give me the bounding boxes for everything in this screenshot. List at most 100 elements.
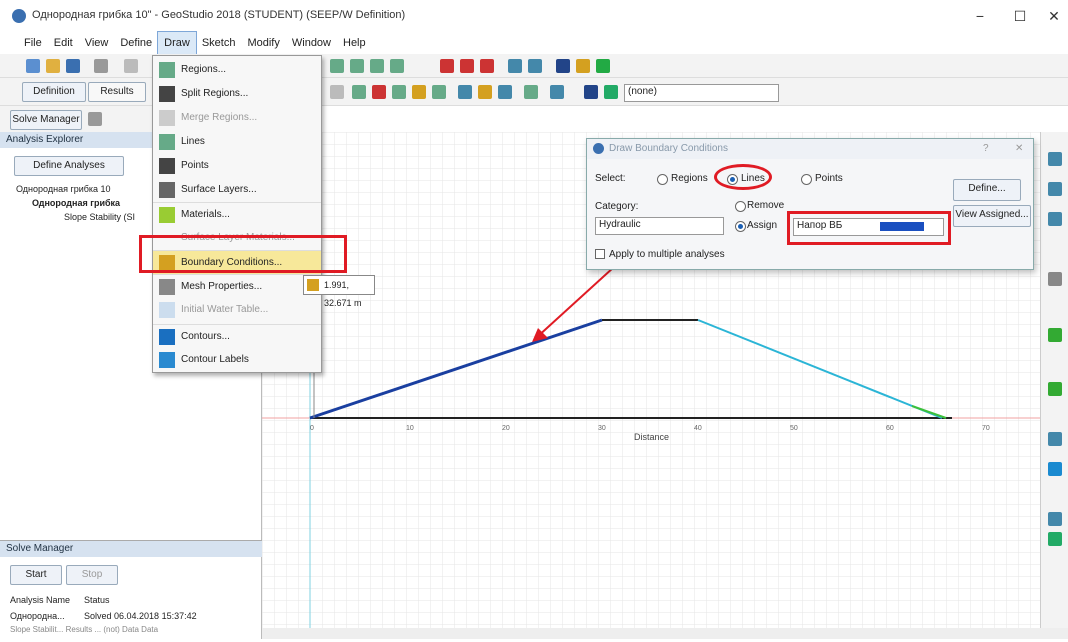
solve-manager-panel: Solve Manager Start Stop Analysis Name S… bbox=[0, 540, 262, 639]
category-label: Category: bbox=[595, 201, 639, 212]
sketch-icon[interactable] bbox=[478, 85, 492, 99]
layers-icon[interactable] bbox=[604, 85, 618, 99]
region-tool-icon[interactable] bbox=[508, 59, 522, 73]
draw-tool-icon[interactable] bbox=[350, 59, 364, 73]
multi-analysis-checkbox[interactable] bbox=[595, 249, 605, 259]
mesh-properties-icon bbox=[159, 279, 175, 295]
x-tick-label: 60 bbox=[886, 425, 894, 432]
view-assigned-button[interactable]: View Assigned... bbox=[953, 205, 1031, 227]
print-icon[interactable] bbox=[94, 59, 108, 73]
menu-item-materials[interactable]: Materials... bbox=[153, 202, 321, 227]
sketch-icon[interactable] bbox=[412, 85, 426, 99]
tree-item-project[interactable]: Однородная грибка 10 bbox=[16, 184, 111, 194]
x-tick-label: 30 bbox=[598, 425, 606, 432]
view-tool-icon[interactable] bbox=[1048, 182, 1062, 196]
grid-icon[interactable] bbox=[330, 85, 344, 99]
sketch-icon[interactable] bbox=[498, 85, 512, 99]
menu-window[interactable]: Window bbox=[286, 32, 337, 54]
define-analyses-button[interactable]: Define Analyses bbox=[14, 156, 124, 176]
view-tool-icon[interactable] bbox=[1048, 512, 1062, 526]
sketch-icon[interactable] bbox=[372, 85, 386, 99]
draw-tool-icon[interactable] bbox=[330, 59, 344, 73]
sketch-icon[interactable] bbox=[432, 85, 446, 99]
menu-item-surface-layers[interactable]: Surface Layers... bbox=[153, 178, 321, 202]
view-tool-icon[interactable] bbox=[1048, 532, 1062, 546]
contours-icon bbox=[159, 329, 175, 345]
sketch-icon[interactable] bbox=[524, 85, 538, 99]
menu-item-contours[interactable]: Contours... bbox=[153, 324, 321, 349]
new-file-icon[interactable] bbox=[26, 59, 40, 73]
view-tool-icon[interactable] bbox=[1048, 382, 1062, 396]
view-tool-icon[interactable] bbox=[1048, 212, 1062, 226]
toolbar-dropdown[interactable]: (none) bbox=[624, 84, 779, 102]
boundary-icon[interactable] bbox=[576, 59, 590, 73]
start-button[interactable]: Start bbox=[10, 565, 62, 585]
multi-analysis-label[interactable]: Apply to multiple analyses bbox=[609, 249, 725, 260]
definition-mode-button[interactable]: Definition bbox=[22, 82, 86, 102]
dialog-help-button[interactable]: ? bbox=[983, 143, 989, 154]
define-button[interactable]: Define... bbox=[953, 179, 1021, 201]
radio-assign-label[interactable]: Assign bbox=[747, 220, 777, 231]
sketch-icon[interactable] bbox=[392, 85, 406, 99]
view-tool-icon[interactable] bbox=[1048, 152, 1062, 166]
results-icon[interactable] bbox=[596, 59, 610, 73]
radio-remove[interactable] bbox=[735, 201, 746, 212]
radio-remove-label[interactable]: Remove bbox=[747, 200, 784, 211]
materials-icon[interactable] bbox=[584, 85, 598, 99]
menu-help[interactable]: Help bbox=[337, 32, 372, 54]
line-style-icon[interactable] bbox=[440, 59, 454, 73]
sketch-icon[interactable] bbox=[458, 85, 472, 99]
merge-regions-icon bbox=[159, 110, 175, 126]
close-button[interactable]: ✕ bbox=[1034, 4, 1068, 28]
radio-assign[interactable] bbox=[735, 221, 746, 232]
menu-draw[interactable]: Draw bbox=[157, 31, 197, 55]
menu-file[interactable]: File bbox=[18, 32, 48, 54]
open-file-icon[interactable] bbox=[46, 59, 60, 73]
menu-item-mesh-properties[interactable]: Mesh Properties... bbox=[153, 274, 321, 299]
save-icon[interactable] bbox=[66, 59, 80, 73]
radio-points[interactable] bbox=[801, 174, 812, 185]
solve-row-name[interactable]: Однородна... bbox=[10, 611, 65, 621]
col-status: Status bbox=[84, 595, 110, 605]
radio-regions-label[interactable]: Regions bbox=[671, 173, 708, 184]
view-tool-icon[interactable] bbox=[1048, 328, 1062, 342]
region-tool-icon[interactable] bbox=[528, 59, 542, 73]
dialog-close-button[interactable]: ✕ bbox=[1015, 143, 1023, 154]
minimize-button[interactable]: − bbox=[960, 4, 1000, 28]
results-mode-button[interactable]: Results bbox=[88, 82, 146, 102]
regions-icon bbox=[159, 62, 175, 78]
menu-sketch[interactable]: Sketch bbox=[196, 32, 242, 54]
pin-icon[interactable] bbox=[88, 112, 102, 126]
tree-item-seep[interactable]: Однородная грибка bbox=[32, 198, 120, 208]
menu-bar: File Edit View Define Draw Sketch Modify Window… bbox=[0, 31, 1068, 55]
menu-modify[interactable]: Modify bbox=[241, 32, 285, 54]
view-tool-icon[interactable] bbox=[1048, 432, 1062, 446]
radio-regions[interactable] bbox=[657, 174, 668, 185]
stop-button[interactable]: Stop bbox=[66, 565, 118, 585]
material-icon[interactable] bbox=[556, 59, 570, 73]
split-regions-icon bbox=[159, 86, 175, 102]
menu-item-points[interactable]: Points bbox=[153, 154, 321, 178]
draw-tool-icon[interactable] bbox=[370, 59, 384, 73]
solve-manager-button[interactable]: Solve Manager bbox=[10, 110, 82, 130]
menu-item-split-regions[interactable]: Split Regions... bbox=[153, 82, 321, 106]
line-color-icon[interactable] bbox=[460, 59, 474, 73]
menu-view[interactable]: View bbox=[79, 32, 115, 54]
sketch-icon[interactable] bbox=[352, 85, 366, 99]
sketch-icon[interactable] bbox=[550, 85, 564, 99]
surface-layers-icon bbox=[159, 182, 175, 198]
menu-define[interactable]: Define bbox=[114, 32, 158, 54]
menu-item-lines[interactable]: Lines bbox=[153, 130, 321, 154]
line-weight-icon[interactable] bbox=[480, 59, 494, 73]
copy-icon[interactable] bbox=[124, 59, 138, 73]
select-label: Select: bbox=[595, 173, 626, 184]
view-tool-icon[interactable] bbox=[1048, 272, 1062, 286]
menu-edit[interactable]: Edit bbox=[48, 32, 79, 54]
draw-tool-icon[interactable] bbox=[390, 59, 404, 73]
radio-points-label[interactable]: Points bbox=[815, 173, 843, 184]
menu-item-regions[interactable]: Regions... bbox=[153, 58, 321, 82]
tree-item-slope[interactable]: Slope Stability (SI bbox=[64, 212, 135, 222]
menu-item-contour-labels[interactable]: Contour Labels bbox=[153, 348, 321, 372]
category-select[interactable]: Hydraulic bbox=[595, 217, 724, 235]
view-tool-icon[interactable] bbox=[1048, 462, 1062, 476]
